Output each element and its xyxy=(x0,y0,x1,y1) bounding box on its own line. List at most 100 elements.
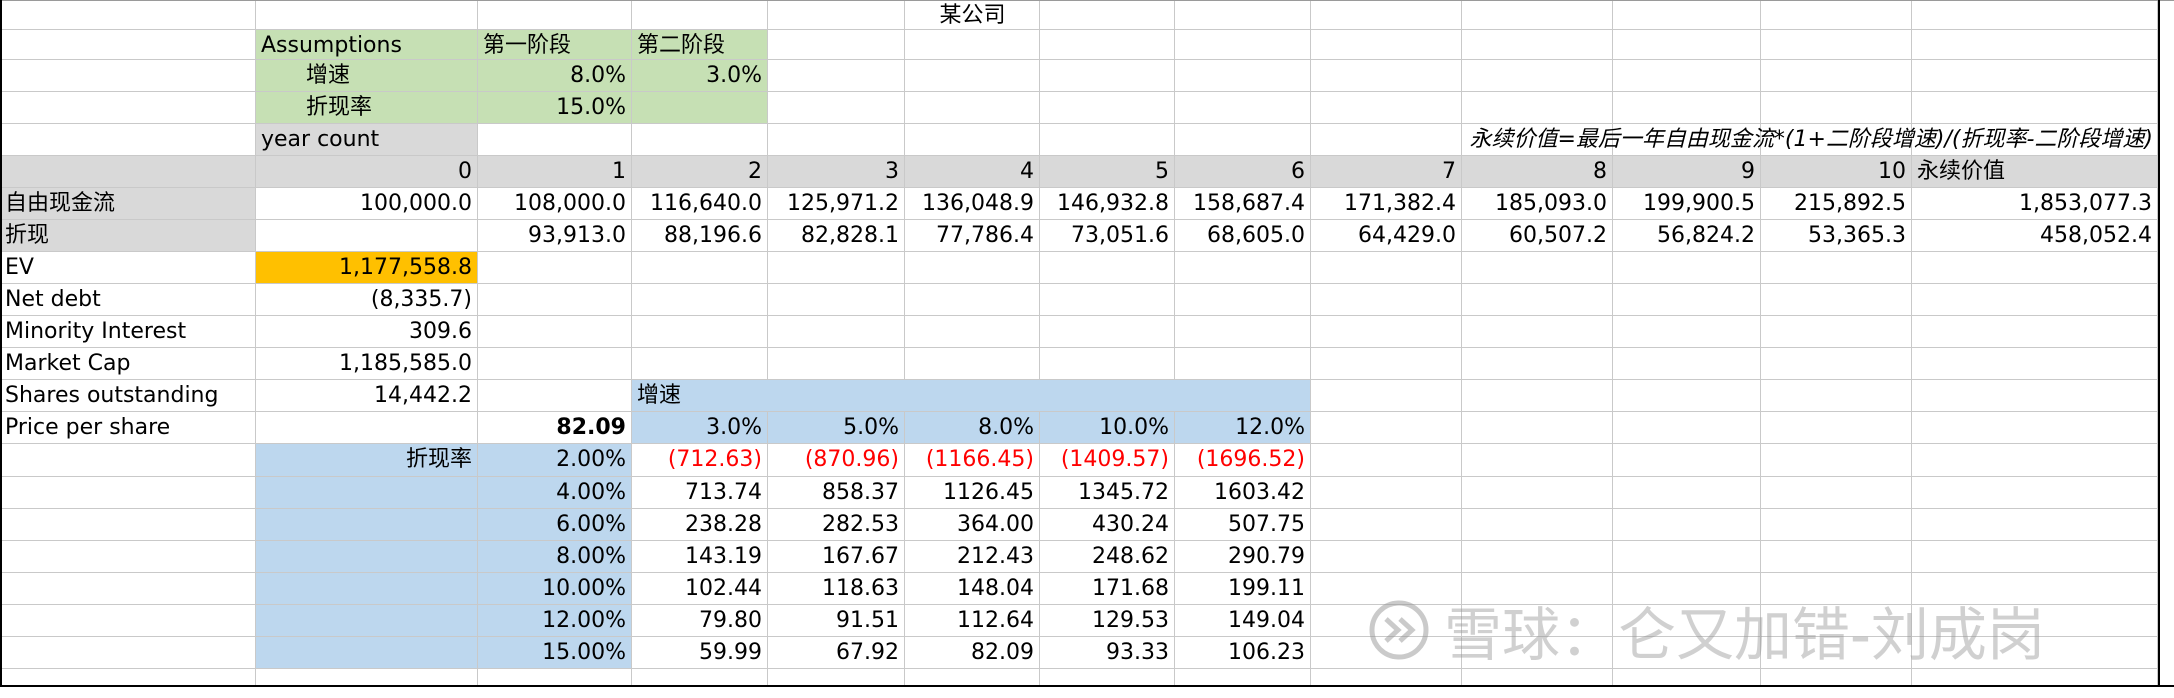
sensitivity-value[interactable]: 713.74 xyxy=(632,477,768,509)
grid-cell[interactable] xyxy=(1040,0,1175,30)
grid-cell[interactable] xyxy=(1311,669,1462,686)
grid-cell[interactable] xyxy=(1613,30,1761,60)
grid-cell[interactable] xyxy=(1613,92,1761,124)
grid-cell[interactable] xyxy=(1613,509,1761,541)
grid-cell[interactable] xyxy=(0,92,256,124)
grid-cell[interactable] xyxy=(1761,477,1912,509)
sensitivity-discount-rate[interactable]: 4.00% xyxy=(478,477,632,509)
grid-cell[interactable] xyxy=(1311,30,1462,60)
grid-cell[interactable] xyxy=(1175,252,1311,284)
sensitivity-value[interactable]: 167.67 xyxy=(768,541,905,573)
sensitivity-value[interactable]: 430.24 xyxy=(1040,509,1175,541)
valuation-label[interactable]: Price per share xyxy=(0,412,256,444)
grid-cell[interactable] xyxy=(768,30,905,60)
grid-cell[interactable] xyxy=(256,669,478,686)
discount-label[interactable]: 折现率 xyxy=(256,92,478,124)
grid-cell[interactable] xyxy=(1912,30,2158,60)
grid-cell[interactable] xyxy=(1761,252,1912,284)
grid-cell[interactable] xyxy=(1175,669,1311,686)
sensitivity-value[interactable]: 1345.72 xyxy=(1040,477,1175,509)
discounted-value[interactable]: 68,605.0 xyxy=(1175,220,1311,252)
grid-cell[interactable] xyxy=(1040,92,1175,124)
sensitivity-value[interactable]: (870.96) xyxy=(768,444,905,477)
fcf-value[interactable]: 136,048.9 xyxy=(905,188,1040,220)
grid-cell[interactable] xyxy=(1311,348,1462,380)
valuation-label[interactable]: Minority Interest xyxy=(0,316,256,348)
grid-cell[interactable] xyxy=(905,92,1040,124)
grid-cell[interactable] xyxy=(1311,509,1462,541)
year-header[interactable]: 0 xyxy=(256,156,478,188)
grid-cell[interactable] xyxy=(1761,444,1912,477)
sensitivity-blank[interactable] xyxy=(256,605,478,637)
grid-cell[interactable] xyxy=(1040,348,1175,380)
grid-cell[interactable] xyxy=(1040,252,1175,284)
sensitivity-value[interactable]: 79.80 xyxy=(632,605,768,637)
year-header[interactable]: 5 xyxy=(1040,156,1175,188)
grid-cell[interactable] xyxy=(0,509,256,541)
sensitivity-value[interactable]: 171.68 xyxy=(1040,573,1175,605)
grid-cell[interactable] xyxy=(1912,348,2158,380)
grid-cell[interactable] xyxy=(1462,0,1613,30)
grid-cell[interactable] xyxy=(1311,412,1462,444)
grid-cell[interactable] xyxy=(905,348,1040,380)
year-header[interactable]: 4 xyxy=(905,156,1040,188)
grid-cell[interactable] xyxy=(1761,0,1912,30)
grid-cell[interactable] xyxy=(0,573,256,605)
valuation-label[interactable]: Market Cap xyxy=(0,348,256,380)
grid-cell[interactable] xyxy=(478,252,632,284)
grid-cell[interactable] xyxy=(1912,60,2158,92)
year-header[interactable]: 9 xyxy=(1613,156,1761,188)
fcf-value[interactable]: 199,900.5 xyxy=(1613,188,1761,220)
discounted-value[interactable]: 64,429.0 xyxy=(1311,220,1462,252)
grid-cell[interactable] xyxy=(768,92,905,124)
grid-cell[interactable] xyxy=(905,60,1040,92)
grid-cell[interactable] xyxy=(0,669,256,686)
sensitivity-discount-rate[interactable]: 10.00% xyxy=(478,573,632,605)
grid-cell[interactable] xyxy=(1040,30,1175,60)
grid-cell[interactable] xyxy=(1912,541,2158,573)
sensitivity-discount-label[interactable]: 折现率 xyxy=(256,444,478,477)
grid-cell[interactable] xyxy=(478,316,632,348)
grid-cell[interactable] xyxy=(905,30,1040,60)
discounted-value[interactable]: 53,365.3 xyxy=(1761,220,1912,252)
discounted-value[interactable]: 88,196.6 xyxy=(632,220,768,252)
sensitivity-value[interactable]: 143.19 xyxy=(632,541,768,573)
grid-cell[interactable] xyxy=(1040,669,1175,686)
grid-cell[interactable] xyxy=(1175,284,1311,316)
year-count-label[interactable]: year count xyxy=(256,124,478,156)
sensitivity-value[interactable]: 118.63 xyxy=(768,573,905,605)
grid-cell[interactable] xyxy=(1175,316,1311,348)
grid-cell[interactable] xyxy=(1175,60,1311,92)
stage1-header[interactable]: 第一阶段 xyxy=(478,30,632,60)
sensitivity-value[interactable]: 282.53 xyxy=(768,509,905,541)
sensitivity-discount-rate[interactable]: 12.00% xyxy=(478,605,632,637)
sensitivity-discount-rate[interactable]: 15.00% xyxy=(478,637,632,669)
grid-cell[interactable] xyxy=(0,541,256,573)
grid-cell[interactable] xyxy=(632,669,768,686)
valuation-value[interactable]: 14,442.2 xyxy=(256,380,478,412)
grid-cell[interactable] xyxy=(0,477,256,509)
grid-cell[interactable] xyxy=(1462,477,1613,509)
sensitivity-value[interactable]: 199.11 xyxy=(1175,573,1311,605)
sensitivity-value[interactable]: 1126.45 xyxy=(905,477,1040,509)
grid-cell[interactable] xyxy=(1462,30,1613,60)
fcf-value[interactable]: 146,932.8 xyxy=(1040,188,1175,220)
valuation-value[interactable]: (8,335.7) xyxy=(256,284,478,316)
year-header[interactable]: 10 xyxy=(1761,156,1912,188)
grid-cell[interactable] xyxy=(1311,124,1462,156)
grid-cell[interactable] xyxy=(1912,316,2158,348)
grid-cell[interactable] xyxy=(0,124,256,156)
sensitivity-discount-rate[interactable]: 8.00% xyxy=(478,541,632,573)
grid-cell[interactable] xyxy=(768,316,905,348)
fcf-value[interactable]: 108,000.0 xyxy=(478,188,632,220)
grid-cell[interactable] xyxy=(768,0,905,30)
grid-cell[interactable] xyxy=(1311,60,1462,92)
grid-cell[interactable] xyxy=(1462,412,1613,444)
fcf-value[interactable]: 116,640.0 xyxy=(632,188,768,220)
grid-cell[interactable] xyxy=(1462,284,1613,316)
grid-cell[interactable] xyxy=(1311,380,1462,412)
assumptions-header[interactable]: Assumptions xyxy=(256,30,478,60)
price-per-share-value[interactable]: 82.09 xyxy=(478,412,632,444)
sensitivity-blank[interactable] xyxy=(256,541,478,573)
sensitivity-value[interactable]: (1409.57) xyxy=(1040,444,1175,477)
